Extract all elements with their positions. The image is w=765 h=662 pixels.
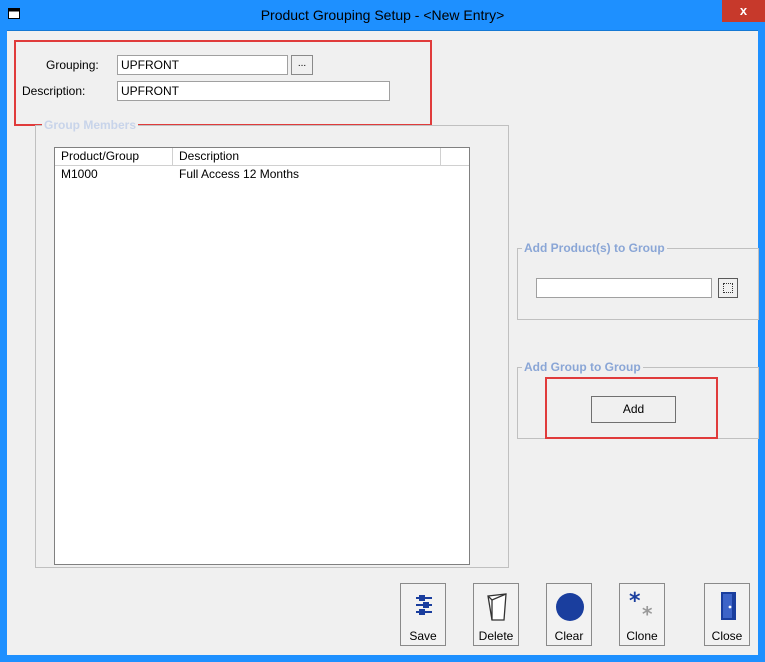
group-members-list[interactable]: Product/Group Description M1000 Full Acc… [54, 147, 470, 565]
window-frame-left [0, 30, 7, 662]
save-label: Save [409, 629, 437, 643]
add-products-legend: Add Product(s) to Group [522, 241, 667, 255]
save-icon [416, 595, 432, 615]
add-group-legend: Add Group to Group [522, 360, 643, 374]
list-item-product: M1000 [61, 167, 98, 181]
clone-button[interactable]: * * Clone [619, 583, 665, 646]
product-grouping-window: Product Grouping Setup - <New Entry> x G… [0, 0, 765, 662]
close-label: Close [711, 629, 743, 643]
save-button[interactable]: Save [400, 583, 446, 646]
svg-text:*: * [629, 589, 641, 614]
window-close-button[interactable]: x [722, 0, 765, 22]
clear-label: Clear [554, 629, 584, 643]
clone-label: Clone [626, 629, 658, 643]
column-header-description[interactable]: Description [173, 148, 441, 165]
title-bar: Product Grouping Setup - <New Entry> x [0, 0, 765, 31]
svg-text:*: * [642, 602, 653, 626]
lookup-icon [723, 283, 733, 293]
column-header-product[interactable]: Product/Group [55, 148, 173, 165]
close-button[interactable]: Close [704, 583, 750, 646]
window-frame-bottom [0, 655, 765, 662]
list-item[interactable]: M1000 Full Access 12 Months [55, 166, 469, 182]
add-product-lookup-button[interactable] [718, 278, 738, 298]
list-item-description: Full Access 12 Months [179, 167, 300, 181]
list-header: Product/Group Description [55, 148, 469, 166]
column-header-empty [441, 148, 469, 165]
highlight-box-header [14, 40, 432, 126]
highlight-box-add [545, 377, 718, 439]
clone-icon: * * [629, 589, 653, 626]
window-title: Product Grouping Setup - <New Entry> [260, 7, 505, 23]
clear-icon [556, 593, 584, 621]
group-members-legend: Group Members [42, 118, 139, 132]
clear-button[interactable]: Clear [546, 583, 592, 646]
delete-button[interactable]: Delete [473, 583, 519, 646]
delete-icon [487, 593, 507, 621]
window-frame-right [758, 30, 765, 662]
close-door-icon [721, 592, 736, 620]
delete-label: Delete [478, 629, 514, 643]
add-product-input[interactable] [536, 278, 712, 298]
